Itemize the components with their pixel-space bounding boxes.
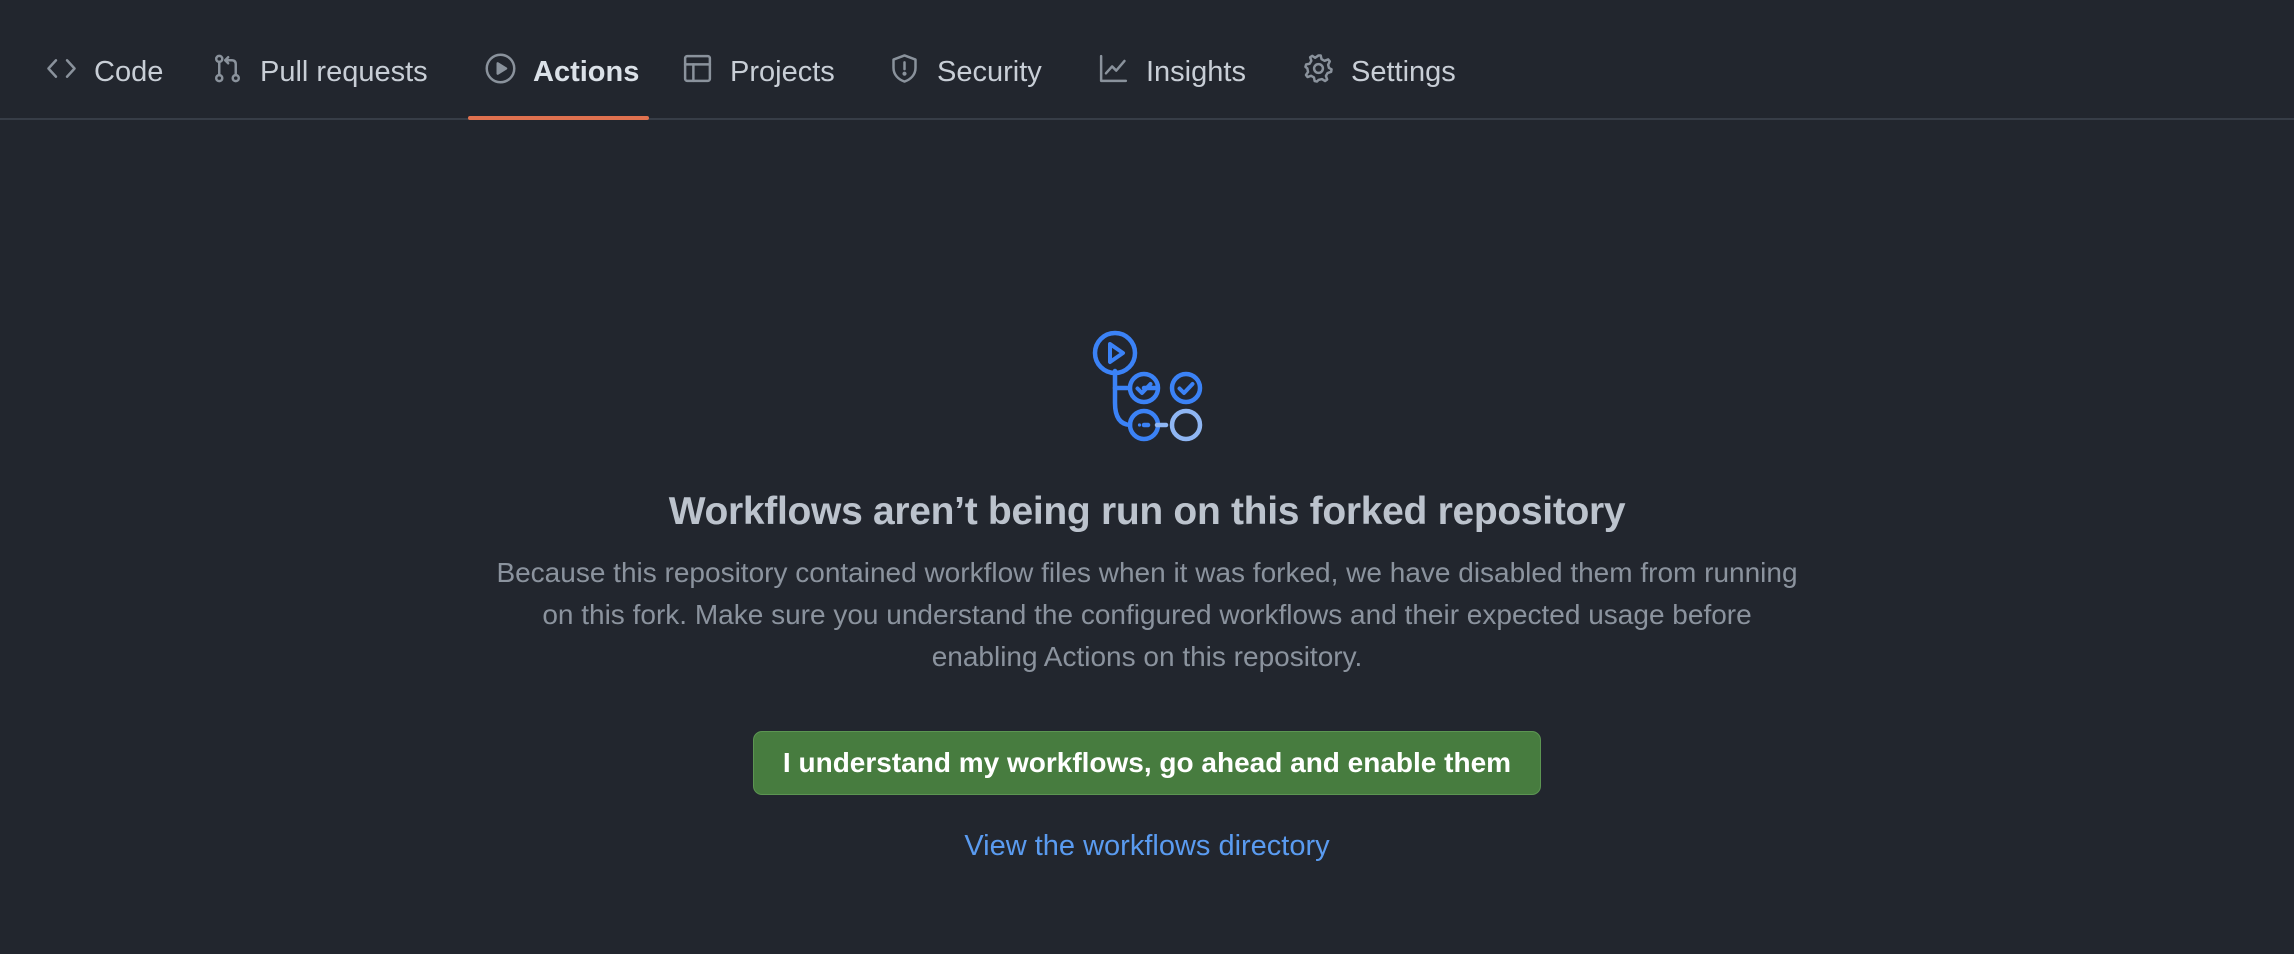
blankslate-description: Because this repository contained workfl… — [447, 552, 1847, 678]
gear-icon — [1302, 52, 1335, 93]
tab-projects-label: Projects — [730, 55, 835, 88]
actions-page: Code Pull requests Actions Projects Secu… — [0, 0, 2294, 954]
shield-icon — [888, 52, 921, 93]
tab-security[interactable]: Security — [872, 44, 1058, 100]
description-line: enabling Actions on this repository. — [931, 641, 1363, 672]
view-workflows-directory-link[interactable]: View the workflows directory — [964, 830, 1329, 862]
selected-tab-underline — [468, 116, 649, 120]
code-icon — [45, 52, 78, 93]
description-line: Because this repository contained workfl… — [496, 557, 1798, 588]
workflows-directory-link-row: View the workflows directory — [0, 830, 2294, 863]
tab-insights[interactable]: Insights — [1081, 44, 1262, 100]
graph-icon — [1097, 52, 1130, 93]
tab-code-label: Code — [94, 55, 164, 88]
tab-pull-requests-label: Pull requests — [260, 55, 428, 88]
tab-security-label: Security — [937, 55, 1042, 88]
tab-settings[interactable]: Settings — [1286, 44, 1472, 100]
tab-actions-label: Actions — [533, 55, 640, 88]
tab-code[interactable]: Code — [29, 44, 179, 100]
tab-pull-requests[interactable]: Pull requests — [195, 44, 444, 100]
tab-actions[interactable]: Actions — [468, 44, 655, 100]
repo-nav: Code Pull requests Actions Projects Secu… — [0, 0, 2294, 120]
description-line: on this fork. Make sure you understand t… — [542, 599, 1752, 630]
play-icon — [484, 52, 517, 93]
git-pull-request-icon — [211, 52, 244, 93]
blankslate-title: Workflows aren’t being run on this forke… — [668, 490, 1626, 533]
enable-workflows-button[interactable]: I understand my workflows, go ahead and … — [753, 731, 1541, 795]
tab-insights-label: Insights — [1146, 55, 1246, 88]
workflow-icon — [1086, 328, 1206, 446]
table-icon — [681, 52, 714, 93]
tab-projects[interactable]: Projects — [665, 44, 851, 100]
tab-settings-label: Settings — [1351, 55, 1456, 88]
